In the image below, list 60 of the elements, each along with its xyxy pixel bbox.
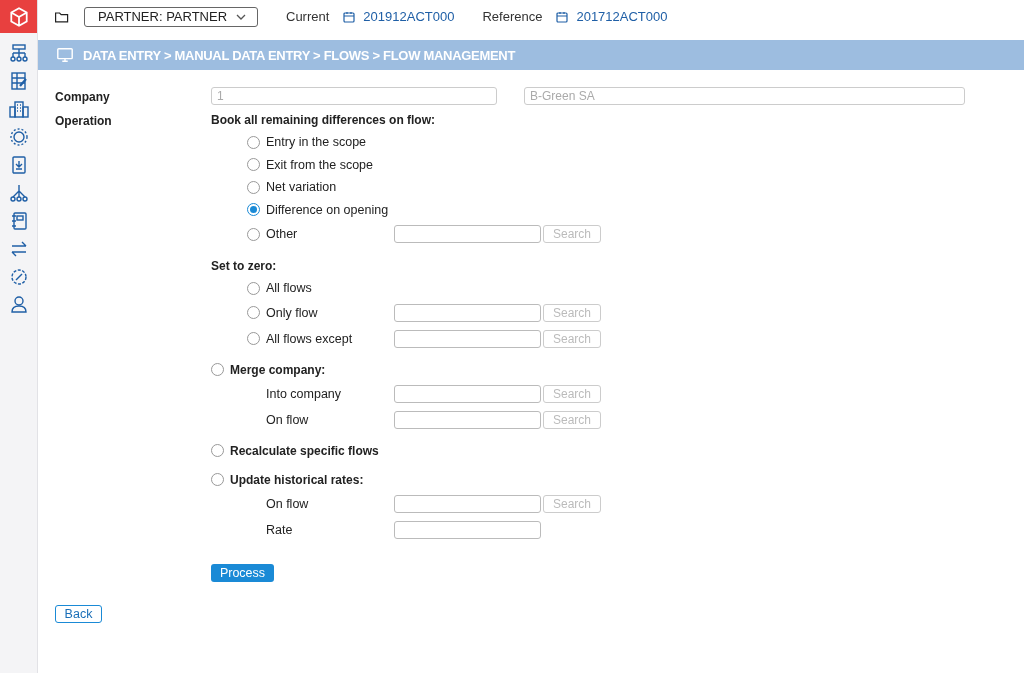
option-label: Recalculate specific flows xyxy=(230,443,379,458)
search-button[interactable]: Search xyxy=(543,494,601,513)
radio-button[interactable] xyxy=(247,135,260,149)
radio-button[interactable] xyxy=(247,158,260,172)
field-label: On flow xyxy=(265,496,310,511)
field-label: On flow xyxy=(265,412,310,427)
option-label: Merge company: xyxy=(230,362,326,377)
hierarchy-icon[interactable] xyxy=(8,43,29,63)
user-settings-icon[interactable] xyxy=(8,295,29,315)
breadcrumb: DATA ENTRY > MANUAL DATA ENTRY > FLOWS > FLOW MANAGEMENT xyxy=(83,47,516,63)
company-label: Company xyxy=(55,89,111,104)
section-heading: Book all remaining differences on flow: xyxy=(211,112,437,129)
building-icon[interactable] xyxy=(8,99,29,119)
field-label: Rate xyxy=(265,522,294,537)
radio-button[interactable] xyxy=(247,203,260,217)
operation-label: Operation xyxy=(55,113,113,128)
reference-value[interactable]: 201712ACT000 xyxy=(576,9,668,24)
text-field[interactable] xyxy=(394,384,541,403)
back-button[interactable]: Back xyxy=(55,604,102,623)
option-label: Entry in the scope xyxy=(266,135,368,150)
option-label: All flows xyxy=(266,281,313,296)
cube-logo-icon[interactable] xyxy=(7,5,30,28)
option-label: Update historical rates: xyxy=(230,472,364,487)
radio-button[interactable] xyxy=(211,363,224,376)
search-button[interactable]: Search xyxy=(543,303,601,322)
grid-pencil-icon[interactable] xyxy=(8,71,29,91)
calendar-icon xyxy=(556,10,569,23)
field-label: Into company xyxy=(265,386,343,401)
network-icon[interactable] xyxy=(8,183,29,203)
option-label: Only flow xyxy=(266,305,319,320)
current-label: Current xyxy=(286,9,330,24)
search-button[interactable]: Search xyxy=(543,410,601,429)
process-button[interactable]: Process xyxy=(211,563,274,582)
current-value[interactable]: 201912ACT000 xyxy=(363,9,455,24)
option-label: Difference on opening xyxy=(266,202,390,217)
reference-label: Reference xyxy=(482,9,543,24)
radio-button[interactable] xyxy=(247,227,260,241)
text-field[interactable] xyxy=(394,225,541,243)
option-label: All flows except xyxy=(266,331,354,346)
radio-button[interactable] xyxy=(247,332,260,345)
text-field[interactable] xyxy=(394,410,541,429)
radio-button[interactable] xyxy=(247,180,260,194)
radio-button[interactable] xyxy=(211,473,224,486)
search-button[interactable]: Search xyxy=(543,225,601,243)
option-label: Net variation xyxy=(266,180,338,195)
partner-select[interactable]: PARTNER: PARTNER xyxy=(84,6,258,27)
text-field[interactable] xyxy=(394,329,541,348)
monitor-icon xyxy=(56,46,74,64)
option-label: Other xyxy=(266,227,299,241)
search-button[interactable]: Search xyxy=(543,384,601,403)
search-button[interactable]: Search xyxy=(543,329,601,348)
text-field[interactable] xyxy=(394,494,541,513)
text-field[interactable] xyxy=(394,303,541,322)
text-field[interactable] xyxy=(394,520,541,539)
section-heading: Set to zero: xyxy=(211,258,278,275)
radio-button[interactable] xyxy=(247,306,260,319)
calendar-icon xyxy=(343,10,356,23)
radio-button[interactable] xyxy=(211,444,224,457)
radio-button[interactable] xyxy=(247,281,260,295)
option-label: Exit from the scope xyxy=(266,157,374,172)
